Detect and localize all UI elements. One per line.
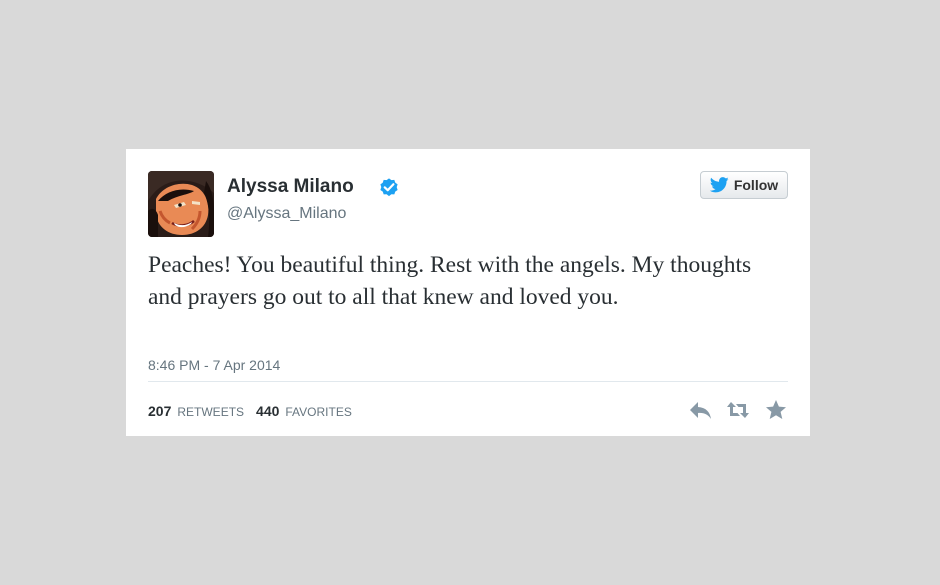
retweets-count[interactable]: 207 (148, 403, 171, 419)
display-name[interactable]: Alyssa Milano (227, 176, 354, 198)
favorites-label[interactable]: FAVORITES (285, 405, 351, 419)
retweet-icon[interactable] (726, 399, 750, 421)
tweet-actions (686, 399, 790, 421)
follow-label: Follow (733, 177, 779, 193)
screen-name[interactable]: @Alyssa_Milano (227, 204, 346, 224)
avatar-illustration-icon (148, 171, 214, 237)
favorites-count[interactable]: 440 (256, 403, 279, 419)
tweet-text: Peaches! You beautiful thing. Rest with … (148, 252, 752, 310)
retweets-label[interactable]: RETWEETS (177, 405, 244, 419)
follow-button[interactable]: Follow (700, 171, 788, 199)
verified-badge-icon (380, 178, 398, 197)
timestamp[interactable]: 8:46 PM - 7 Apr 2014 (148, 356, 280, 374)
favorite-icon[interactable] (764, 399, 788, 421)
tweet-card: Alyssa Milano @Alyssa_Milano Follow Peac… (126, 149, 810, 436)
divider (148, 381, 788, 382)
reply-icon[interactable] (688, 399, 712, 421)
twitter-bird-icon (709, 177, 729, 193)
avatar[interactable] (148, 171, 214, 237)
tweet-stats: 207 RETWEETS 440 FAVORITES (148, 403, 358, 419)
